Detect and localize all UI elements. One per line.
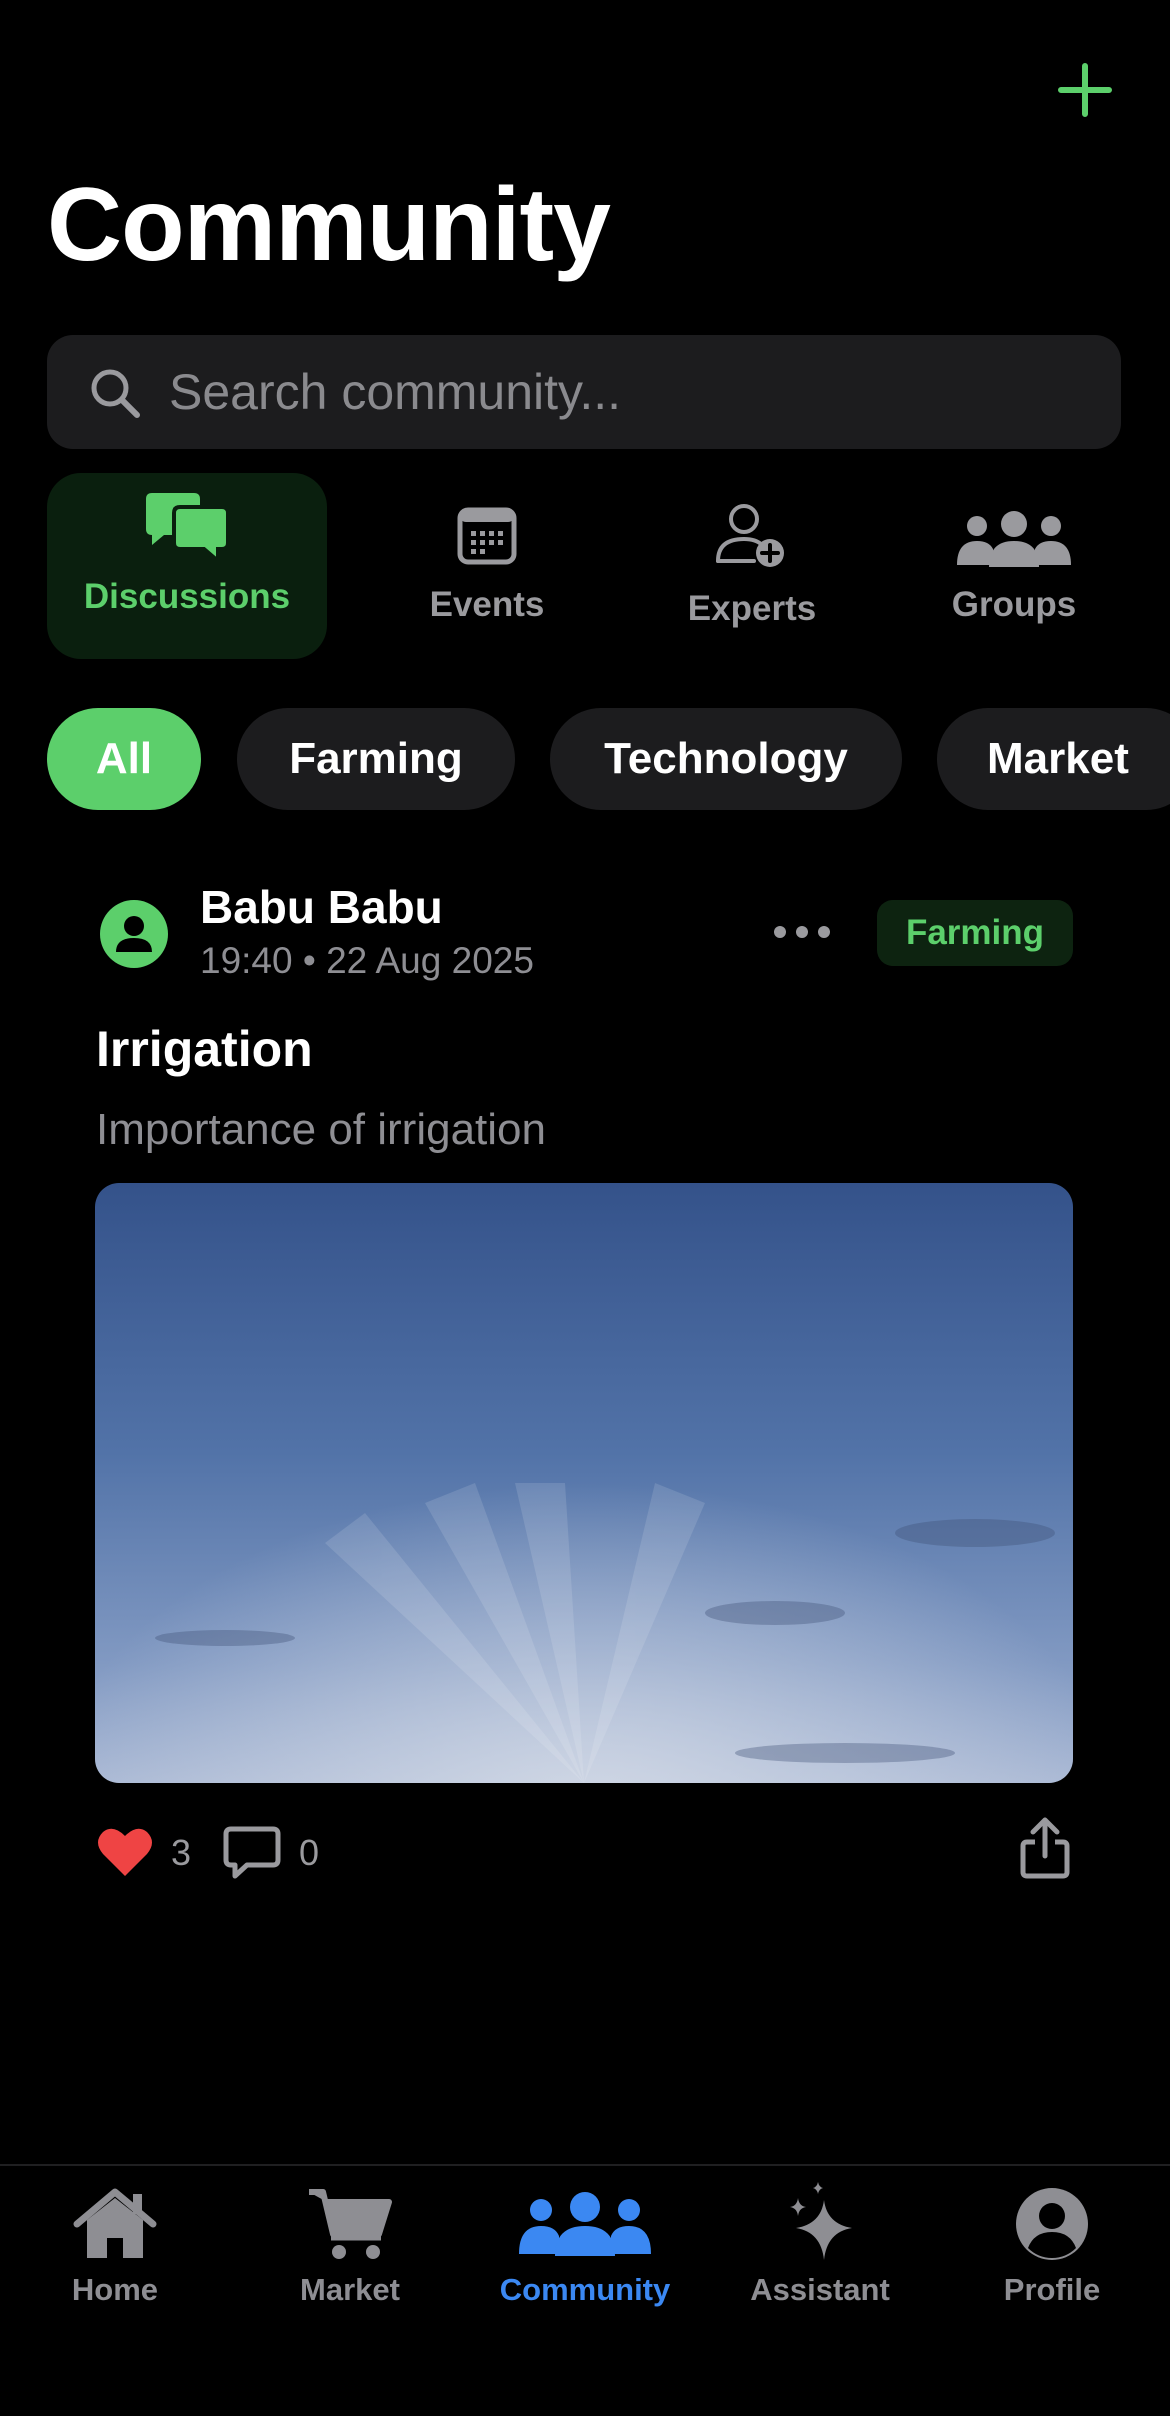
tabbar-label: Market	[300, 2272, 400, 2307]
calendar-icon	[457, 507, 517, 565]
category-badge: Farming	[877, 900, 1073, 966]
tab-label: Events	[429, 585, 545, 624]
add-post-button[interactable]	[1055, 60, 1115, 120]
search-input[interactable]	[169, 335, 1099, 449]
filter-chips: All Farming Technology Market	[47, 708, 1170, 810]
tab-groups[interactable]: Groups	[907, 473, 1121, 659]
section-tabs: Discussions Events Experts Groups	[47, 473, 1121, 659]
tab-experts[interactable]: Experts	[642, 473, 862, 659]
tab-label: Experts	[687, 589, 817, 628]
tab-label: Discussions	[83, 577, 291, 616]
people-icon	[957, 511, 1071, 567]
bottom-tab-bar: Home Market Community Assistant Profile	[0, 2164, 1170, 2416]
tab-label: Groups	[951, 585, 1077, 624]
search-bar[interactable]	[47, 335, 1121, 449]
tab-discussions[interactable]: Discussions	[47, 473, 327, 659]
tabbar-home[interactable]: Home	[15, 2166, 215, 2336]
chip-all[interactable]: All	[47, 708, 201, 810]
like-count: 3	[171, 1832, 192, 1873]
page-title: Community	[47, 167, 611, 283]
post-timestamp: 19:40 • 22 Aug 2025	[200, 940, 534, 981]
comment-icon[interactable]	[223, 1826, 281, 1880]
tabbar-label: Home	[71, 2272, 159, 2307]
person-add-icon	[716, 504, 784, 567]
chip-farming[interactable]: Farming	[237, 708, 515, 810]
post-author[interactable]: Babu Babu	[200, 880, 443, 934]
cart-icon	[309, 2189, 392, 2259]
search-icon	[91, 369, 140, 418]
tabbar-community[interactable]: Community	[485, 2166, 685, 2336]
tabbar-assistant[interactable]: Assistant	[720, 2166, 920, 2336]
chat-bubbles-icon	[146, 493, 230, 563]
tabbar-label: Profile	[1003, 2272, 1101, 2307]
chip-market[interactable]: Market	[937, 708, 1170, 810]
post-title: Irrigation	[96, 1021, 313, 1077]
tabbar-profile[interactable]: Profile	[952, 2166, 1152, 2336]
tab-events[interactable]: Events	[377, 473, 597, 659]
sparkles-icon	[790, 2182, 852, 2260]
more-options-icon[interactable]	[770, 912, 834, 952]
post-image[interactable]	[95, 1183, 1073, 1783]
comment-count: 0	[299, 1832, 320, 1873]
house-icon	[73, 2188, 157, 2258]
post-body: Importance of irrigation	[96, 1105, 546, 1154]
person-icon	[116, 916, 152, 952]
post-actions: 3 0	[95, 1817, 1073, 1892]
plus-icon	[1058, 63, 1112, 117]
heart-icon[interactable]	[97, 1826, 153, 1878]
tabbar-label: Assistant	[750, 2272, 890, 2307]
tabbar-label: Community	[499, 2272, 671, 2307]
share-icon[interactable]	[1019, 1816, 1071, 1880]
people-icon	[519, 2192, 651, 2256]
avatar[interactable]	[100, 900, 168, 968]
person-circle-icon	[1016, 2188, 1088, 2260]
chip-technology[interactable]: Technology	[550, 708, 902, 810]
tabbar-market[interactable]: Market	[250, 2166, 450, 2336]
